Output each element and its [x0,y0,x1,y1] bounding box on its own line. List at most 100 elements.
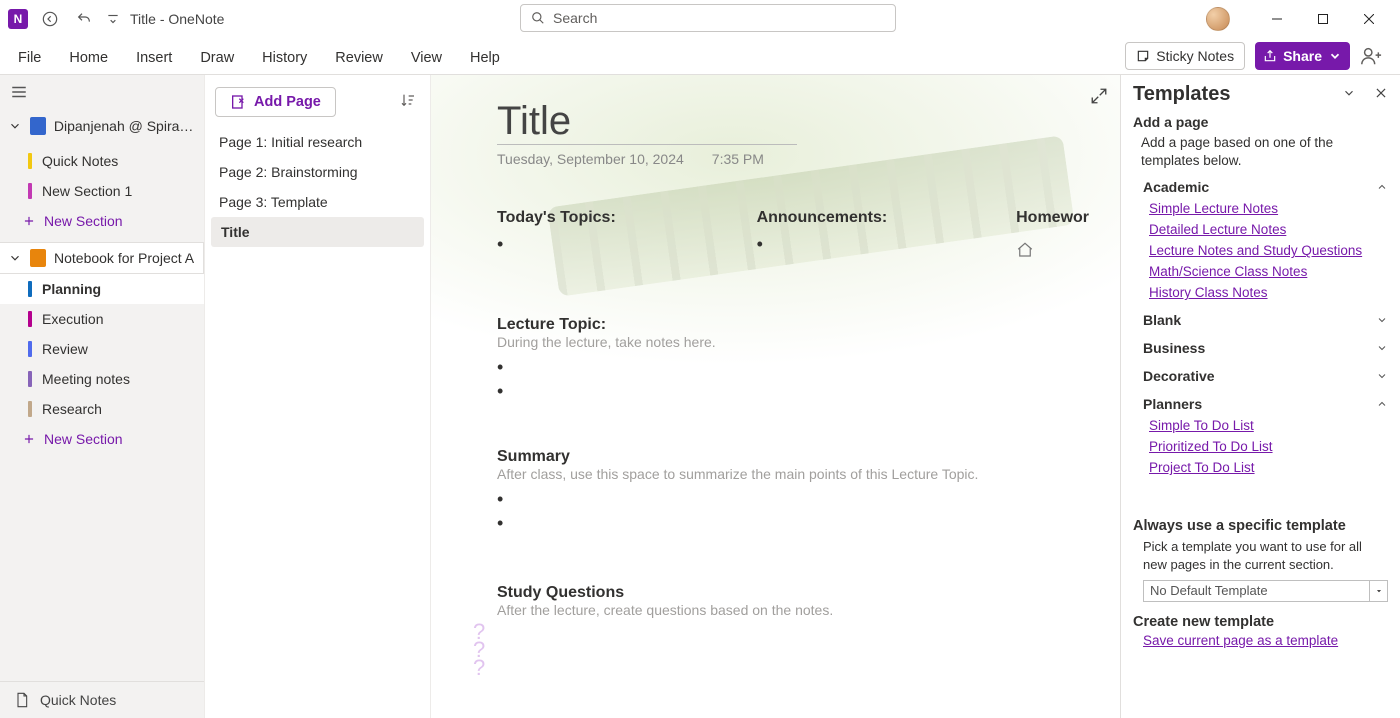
section-label: Meeting notes [42,371,130,387]
default-template-value: No Default Template [1143,580,1370,602]
page-item[interactable]: Page 3: Template [205,187,430,217]
notebook-2-header[interactable]: Notebook for Project A [0,242,204,274]
page-label: Page 3: Template [219,194,328,210]
template-link[interactable]: Math/Science Class Notes [1133,261,1388,282]
template-link[interactable]: History Class Notes [1133,282,1388,303]
template-link[interactable]: Simple To Do List [1133,415,1388,436]
section-new-section-1[interactable]: New Section 1 [0,176,204,206]
new-section-label: New Section [44,213,123,229]
window-minimize[interactable] [1254,4,1300,34]
share-button[interactable]: Share [1255,42,1350,70]
section-planning[interactable]: Planning [0,274,204,304]
category-business[interactable]: Business [1133,337,1388,359]
ribbon-tab-review[interactable]: Review [335,50,383,74]
section-quick-notes[interactable]: Quick Notes [0,146,204,176]
section-meeting-notes[interactable]: Meeting notes [0,364,204,394]
window-maximize[interactable] [1300,4,1346,34]
section-research[interactable]: Research [0,394,204,424]
page-item-active[interactable]: Title [211,217,424,247]
bullet-point[interactable]: • [497,494,1096,504]
category-planners[interactable]: Planners [1133,393,1388,415]
template-link[interactable]: Simple Lecture Notes [1133,198,1388,219]
notebook-1-header[interactable]: Dipanjenah @ Spiral… [0,112,204,140]
sticky-note-icon [1136,49,1150,63]
quick-notes-label: Quick Notes [40,692,116,708]
chevron-down-icon [1328,49,1342,63]
homework-heading: Homewor [1016,209,1096,227]
category-blank[interactable]: Blank [1133,309,1388,331]
ribbon: File Home Insert Draw History Review Vie… [0,38,1400,75]
default-template-select[interactable]: No Default Template [1143,580,1388,602]
templates-close[interactable] [1374,86,1388,103]
page-item[interactable]: Page 2: Brainstorming [205,157,430,187]
ribbon-tab-history[interactable]: History [262,50,307,74]
plus-icon [22,214,36,228]
share-icon [1263,49,1277,63]
study-heading: Study Questions [497,584,1096,602]
chevron-down-icon[interactable] [1370,580,1388,602]
page-label: Page 2: Brainstorming [219,164,358,180]
templates-dropdown[interactable] [1342,86,1356,103]
ribbon-tab-help[interactable]: Help [470,50,500,74]
navigation-pane: Dipanjenah @ Spiral… Quick Notes New Sec… [0,75,205,718]
bullet-point[interactable]: • [497,362,1096,372]
search-placeholder: Search [553,10,597,26]
sticky-notes-label: Sticky Notes [1156,48,1234,64]
new-section-button-2[interactable]: New Section [0,424,204,454]
lecture-heading: Lecture Topic: [497,316,1096,334]
page-item[interactable]: Page 1: Initial research [205,127,430,157]
section-review[interactable]: Review [0,334,204,364]
category-decorative[interactable]: Decorative [1133,365,1388,387]
add-page-button[interactable]: Add Page [215,87,336,117]
note-canvas[interactable]: Title Tuesday, September 10, 2024 7:35 P… [431,75,1120,718]
chevron-down-icon [8,119,22,133]
section-label: Planning [42,281,101,297]
summary-heading: Summary [497,448,1096,466]
section-label: Execution [42,311,103,327]
note-title-input[interactable]: Title [497,99,797,145]
window-close[interactable] [1346,4,1392,34]
ribbon-tab-insert[interactable]: Insert [136,50,172,74]
category-academic[interactable]: Academic [1133,176,1388,198]
bullet-point[interactable]: • [497,386,1096,396]
page-label: Title [221,224,250,240]
onenote-app-icon: N [8,9,28,29]
save-as-template-link[interactable]: Save current page as a template [1133,630,1388,651]
global-search[interactable]: Search [520,4,896,32]
undo-button[interactable] [72,7,96,31]
quick-access-dropdown[interactable] [106,7,120,31]
collaboration-button[interactable] [1360,45,1382,67]
section-execution[interactable]: Execution [0,304,204,334]
templates-title: Templates [1133,83,1230,106]
section-color-bar [28,281,32,297]
bullet-point[interactable]: • [757,239,1017,249]
template-link[interactable]: Detailed Lecture Notes [1133,219,1388,240]
ribbon-tab-draw[interactable]: Draw [200,50,234,74]
nav-toggle[interactable] [0,75,204,112]
section-label: Quick Notes [42,153,118,169]
template-link[interactable]: Project To Do List [1133,457,1388,478]
section-color-bar [28,401,32,417]
sort-pages-button[interactable] [400,92,420,112]
bullet-point[interactable]: • [497,239,757,249]
template-link[interactable]: Lecture Notes and Study Questions [1133,240,1388,261]
ribbon-tab-home[interactable]: Home [69,50,108,74]
add-page-label: Add Page [254,94,321,110]
section-color-bar [28,311,32,327]
template-link[interactable]: Prioritized To Do List [1133,436,1388,457]
section-label: Review [42,341,88,357]
sticky-notes-button[interactable]: Sticky Notes [1125,42,1245,70]
page-list-pane: Add Page Page 1: Initial research Page 2… [205,75,431,718]
new-section-button-1[interactable]: New Section [0,206,204,236]
notebook-2-name: Notebook for Project A [54,250,194,266]
bullet-point[interactable]: • [497,518,1096,528]
search-icon [531,11,545,25]
section-color-bar [28,341,32,357]
quick-notes-footer[interactable]: Quick Notes [0,681,204,718]
back-button[interactable] [38,7,62,31]
new-section-label: New Section [44,431,123,447]
chevron-up-icon [1376,181,1388,193]
user-avatar[interactable] [1206,7,1230,31]
ribbon-tab-file[interactable]: File [18,50,41,74]
ribbon-tab-view[interactable]: View [411,50,442,74]
